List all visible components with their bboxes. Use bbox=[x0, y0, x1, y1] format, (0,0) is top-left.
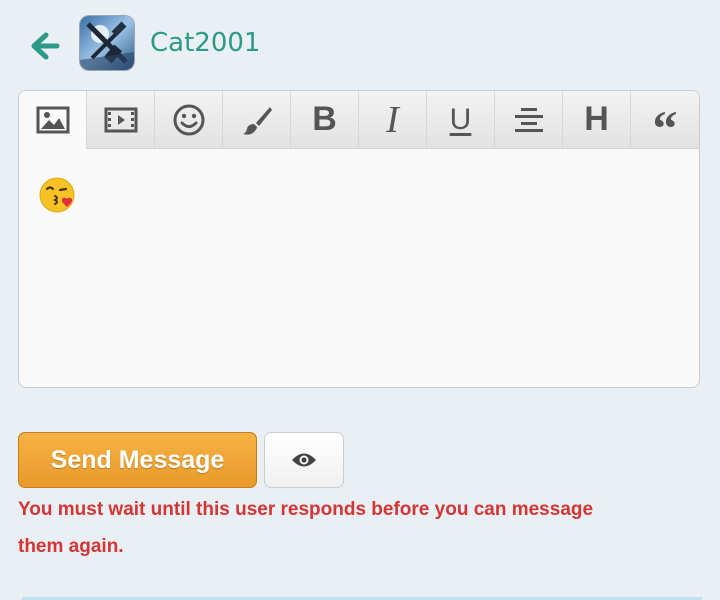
insert-video-button[interactable] bbox=[87, 91, 155, 148]
underline-label: U bbox=[449, 102, 472, 136]
italic-button[interactable]: I bbox=[359, 91, 427, 148]
heading-button[interactable]: H bbox=[563, 91, 631, 148]
bold-label: B bbox=[312, 100, 337, 138]
error-message-line-1: You must wait until this user responds b… bbox=[18, 499, 594, 520]
italic-label: I bbox=[386, 98, 399, 141]
message-textarea[interactable] bbox=[19, 149, 699, 387]
text-color-button[interactable] bbox=[223, 91, 291, 148]
message-editor: B I U H “ bbox=[18, 90, 700, 388]
editor-toolbar: B I U H “ bbox=[19, 91, 699, 153]
avatar[interactable] bbox=[80, 16, 134, 70]
brush-icon bbox=[242, 106, 272, 135]
film-icon bbox=[104, 107, 137, 132]
underline-button[interactable]: U bbox=[427, 91, 495, 148]
quote-label: “ bbox=[652, 99, 678, 156]
kiss-emoji-icon bbox=[39, 177, 75, 213]
eye-icon bbox=[292, 453, 316, 467]
error-message-line-2: them again. bbox=[18, 536, 124, 557]
avatar-image bbox=[80, 16, 134, 70]
quote-button[interactable]: “ bbox=[631, 91, 699, 153]
arrow-left-icon[interactable] bbox=[28, 29, 62, 63]
username-link[interactable]: Cat2001 bbox=[150, 28, 260, 58]
align-button[interactable] bbox=[495, 91, 563, 148]
image-icon bbox=[36, 106, 69, 134]
smiley-icon bbox=[173, 104, 204, 135]
align-center-icon bbox=[514, 107, 543, 132]
conversation-header: Cat2001 bbox=[0, 0, 720, 90]
message-composer-page: Cat2001 B I U H “ Send Message You must … bbox=[0, 0, 720, 600]
bold-button[interactable]: B bbox=[291, 91, 359, 148]
insert-image-button[interactable] bbox=[19, 91, 87, 149]
send-message-button[interactable]: Send Message bbox=[18, 432, 257, 488]
preview-button[interactable] bbox=[264, 432, 344, 488]
heading-label: H bbox=[584, 100, 609, 138]
insert-emoji-button[interactable] bbox=[155, 91, 223, 148]
